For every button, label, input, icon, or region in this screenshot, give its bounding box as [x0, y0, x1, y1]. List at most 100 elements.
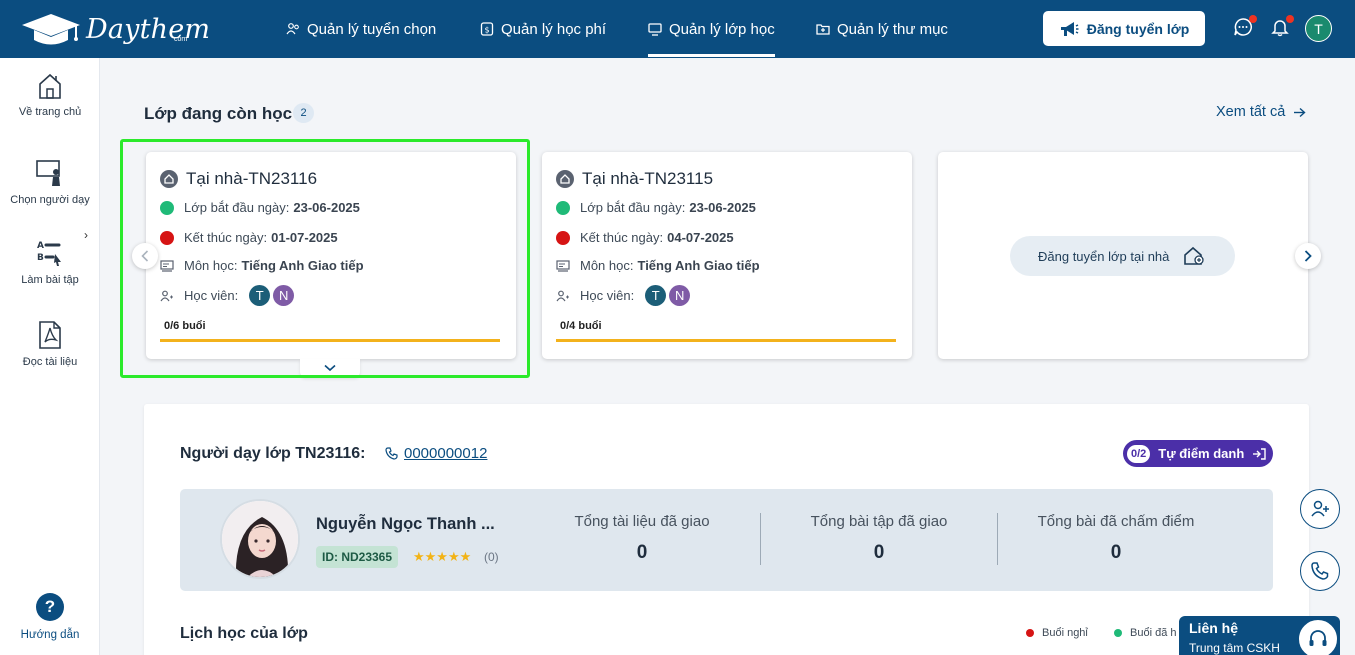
- class-code: Tại nhà-TN23115: [582, 169, 714, 188]
- chevron-right-icon: [1304, 250, 1312, 262]
- start-label: Lớp bắt đầu ngày:: [580, 200, 686, 215]
- nav-folders[interactable]: Quản lý thư mục: [816, 0, 948, 58]
- student-avatar[interactable]: N: [669, 285, 691, 306]
- post-class-button[interactable]: Đăng tuyển lớp: [1043, 11, 1205, 46]
- subject-value: Tiếng Anh Giao tiếp: [637, 258, 760, 273]
- notification-dot: [1249, 15, 1257, 23]
- phone-icon: [385, 447, 398, 460]
- home-class-icon: [556, 170, 574, 188]
- chat-button[interactable]: [1233, 15, 1257, 39]
- teacher-avatar[interactable]: [220, 499, 300, 579]
- nav-fees[interactable]: $ Quản lý học phí: [480, 0, 606, 58]
- brand-suffix: com: [174, 36, 188, 43]
- notification-button[interactable]: [1270, 15, 1294, 39]
- home-add-icon: [1184, 246, 1205, 265]
- graduation-cap-icon: [22, 14, 80, 45]
- legend-label: Buổi đã h: [1130, 627, 1177, 639]
- contact-subtitle: Trung tâm CSKH: [1189, 641, 1280, 655]
- sidebar-item-home[interactable]: Về trang chủ: [0, 72, 100, 118]
- sidebar-item-documents[interactable]: Đọc tài liệu: [0, 320, 100, 368]
- post-home-class-button[interactable]: Đăng tuyển lớp tại nhà: [1010, 236, 1235, 276]
- exercise-icon: AB: [37, 241, 61, 266]
- legend-done: Buổi đã h: [1114, 627, 1176, 639]
- nav-label: Quản lý thư mục: [837, 20, 948, 38]
- start-date: 23-06-2025: [689, 200, 756, 215]
- help-icon: ?: [36, 593, 64, 621]
- subject-label: Môn học:: [580, 258, 634, 273]
- user-avatar[interactable]: T: [1305, 15, 1332, 42]
- teacher-name: Nguyễn Ngọc Thanh ...: [316, 515, 495, 533]
- sidebar-item-help[interactable]: ? Hướng dẫn: [0, 593, 100, 641]
- see-all-link[interactable]: Xem tất cả: [1216, 104, 1306, 120]
- nav-label: Quản lý tuyển chọn: [307, 20, 437, 38]
- selection-highlight: [120, 139, 530, 378]
- nav-label: Quản lý lớp học: [669, 20, 775, 38]
- megaphone-icon: [1060, 21, 1079, 36]
- contact-support-bar[interactable]: Liên hệ Trung tâm CSKH: [1179, 616, 1340, 655]
- carousel-next-button[interactable]: [1295, 243, 1321, 269]
- sidebar-item-label: Chọn người dạy: [10, 194, 90, 206]
- class-card-title: Tại nhà-TN23115: [556, 169, 713, 189]
- end-date: 04-07-2025: [667, 230, 734, 245]
- brand-logo[interactable]: Daythem com: [20, 9, 210, 49]
- end-label: Kết thúc ngày:: [580, 230, 664, 245]
- post-home-class-card: Đăng tuyển lớp tại nhà: [938, 152, 1308, 359]
- see-all-label: Xem tất cả: [1216, 104, 1286, 120]
- subject-row: Môn học: Tiếng Anh Giao tiếp: [556, 258, 760, 273]
- call-button[interactable]: [1300, 551, 1340, 591]
- folder-icon: [816, 24, 830, 35]
- legend-absent: Buổi nghỉ: [1026, 627, 1088, 639]
- stat-label: Tổng bài tập đã giao: [810, 513, 948, 530]
- teacher-photo: [222, 501, 298, 577]
- star-rating: ★★★★★: [413, 549, 472, 564]
- svg-text:A: A: [37, 241, 44, 251]
- teacher-info-box: Nguyễn Ngọc Thanh ... ID: ND23365 ★★★★★ …: [180, 489, 1273, 591]
- stat-graded: Tổng bài đã chấm điểm 0: [998, 513, 1234, 564]
- nav-recruitment[interactable]: Quản lý tuyển chọn: [286, 0, 436, 58]
- stat-label: Tổng bài đã chấm điểm: [1037, 513, 1195, 530]
- subject-icon: [556, 259, 570, 272]
- users-icon: [286, 23, 299, 35]
- teacher-phone-link[interactable]: 0000000012: [385, 445, 487, 462]
- contact-title: Liên hệ: [1189, 620, 1239, 636]
- sidebar-item-label: Về trang chủ: [18, 106, 82, 118]
- legend-label: Buổi nghỉ: [1042, 627, 1088, 639]
- legend-dot: [1114, 629, 1122, 637]
- students-label: Học viên:: [580, 288, 635, 303]
- section-title: Lớp đang còn học: [144, 104, 293, 123]
- sidebar-item-choose-teacher[interactable]: Chọn người dạy: [0, 158, 100, 206]
- teacher-section-title: Người dạy lớp TN23116:: [180, 445, 366, 462]
- stat-documents: Tổng tài liệu đã giao 0: [524, 513, 760, 564]
- top-navbar: Daythem com Quản lý tuyển chọn $ Quản lý…: [0, 0, 1355, 58]
- checkin-label: Tự điểm danh: [1158, 446, 1245, 461]
- class-card[interactable]: Tại nhà-TN23115 Lớp bắt đầu ngày: 23-06-…: [542, 152, 912, 359]
- start-date-row: Lớp bắt đầu ngày: 23-06-2025: [556, 200, 756, 215]
- teacher-icon: [36, 160, 60, 186]
- sidebar-item-label: Hướng dẫn: [20, 629, 80, 641]
- stat-label: Tổng tài liệu đã giao: [574, 513, 710, 530]
- svg-text:$: $: [484, 26, 489, 35]
- add-contact-button[interactable]: [1300, 489, 1340, 529]
- classroom-icon: [648, 23, 662, 36]
- stat-exercises: Tổng bài tập đã giao 0: [761, 513, 997, 564]
- self-checkin-button[interactable]: 0/2 Tự điểm danh: [1123, 440, 1273, 467]
- notification-dot: [1286, 15, 1294, 23]
- fee-icon: $: [480, 22, 494, 36]
- students-icon: [556, 290, 569, 301]
- login-icon: [1253, 447, 1266, 460]
- legend-dot: [1026, 629, 1034, 637]
- teacher-id-badge: ID: ND23365: [316, 546, 399, 568]
- sidebar-item-label: Đọc tài liệu: [22, 356, 78, 368]
- section-count-badge: 2: [293, 103, 314, 123]
- end-dot: [556, 230, 570, 245]
- stat-value: 0: [1110, 542, 1122, 563]
- sessions-count: 0/4 buổi: [560, 320, 602, 332]
- carousel-prev-button[interactable]: [132, 243, 158, 269]
- post-class-label: Đăng tuyển lớp: [1086, 20, 1190, 37]
- sidebar-item-exercise[interactable]: AB Làm bài tập: [0, 238, 100, 286]
- teacher-panel: Người dạy lớp TN23116: 0000000012 0/2 Tự…: [144, 404, 1309, 655]
- user-plus-icon: [1311, 500, 1329, 517]
- student-avatar[interactable]: T: [645, 285, 667, 306]
- nav-classes[interactable]: Quản lý lớp học: [648, 0, 775, 58]
- post-home-class-label: Đăng tuyển lớp tại nhà: [1038, 248, 1170, 264]
